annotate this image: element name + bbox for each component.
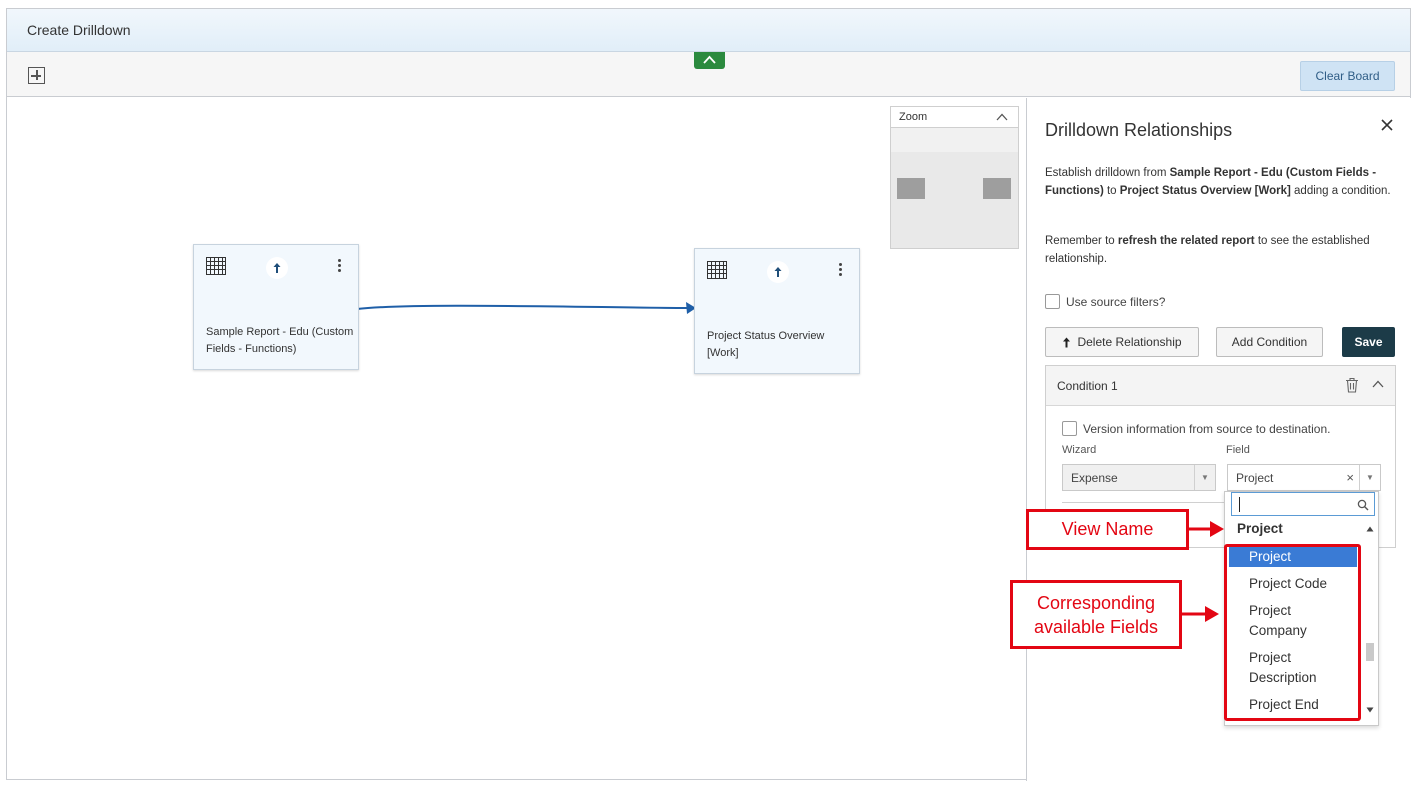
field-label: Field [1226, 444, 1250, 456]
report-node-source[interactable]: Sample Report - Edu (Custom Fields - Fun… [193, 244, 359, 370]
window-titlebar: Create Drilldown [7, 9, 1410, 52]
dropdown-arrow-icon[interactable]: ▼ [1359, 465, 1380, 490]
minimap-node [897, 178, 925, 199]
callout-available-fields: Corresponding available Fields [1010, 580, 1182, 649]
chevron-up-icon [703, 55, 716, 64]
more-options-icon[interactable] [338, 259, 342, 273]
close-icon[interactable] [1380, 118, 1394, 132]
delete-relationship-button[interactable]: Delete Relationship [1045, 327, 1199, 357]
fields-highlight-box [1224, 544, 1361, 721]
version-info-checkbox[interactable] [1062, 421, 1077, 436]
dropdown-group-header: Project [1237, 521, 1283, 536]
use-source-filters-row[interactable]: Use source filters? [1045, 294, 1165, 309]
field-select-value: Project [1236, 471, 1274, 485]
desc-prefix: Establish drilldown from [1045, 167, 1170, 179]
text-caret [1239, 497, 1240, 512]
condition-title: Condition 1 [1057, 379, 1118, 393]
field-select[interactable]: Project × ▼ [1227, 464, 1381, 491]
arrow-up-icon [1063, 337, 1071, 347]
minimap-viewport[interactable] [891, 128, 1018, 152]
relationship-connector[interactable] [7, 98, 1026, 781]
trash-icon[interactable] [1345, 377, 1359, 393]
desc-suffix: adding a condition. [1290, 184, 1391, 197]
drilldown-canvas[interactable]: Sample Report - Edu (Custom Fields - Fun… [7, 98, 1026, 781]
grid-report-icon [707, 261, 727, 279]
dropdown-scrollbar[interactable] [1366, 526, 1374, 713]
panel-title: Drilldown Relationships [1045, 120, 1233, 140]
panel-description: Establish drilldown from Sample Report -… [1045, 165, 1401, 200]
window-title: Create Drilldown [27, 22, 131, 38]
report-node-name: Sample Report - Edu (Custom Fields - Fun… [206, 326, 354, 355]
clear-icon[interactable]: × [1346, 470, 1354, 485]
add-report-icon[interactable] [28, 67, 45, 84]
more-options-icon[interactable] [839, 263, 843, 277]
report-node-name: Project Status Overview [Work] [707, 330, 825, 359]
arrow-up-icon[interactable] [767, 261, 789, 283]
chevron-up-icon[interactable] [1372, 380, 1384, 388]
field-search-input[interactable] [1231, 492, 1375, 516]
search-icon [1357, 499, 1369, 511]
report-node-target[interactable]: Project Status Overview [Work] [694, 248, 860, 374]
use-source-filters-checkbox[interactable] [1045, 294, 1060, 309]
grid-report-icon [206, 257, 226, 275]
panel-note: Remember to refresh the related report t… [1045, 233, 1401, 268]
board-toolbar: Clear Board [7, 52, 1410, 97]
save-button[interactable]: Save [1342, 327, 1395, 357]
zoom-label: Zoom [899, 111, 928, 123]
use-source-filters-label: Use source filters? [1066, 294, 1166, 309]
wizard-select[interactable]: Expense ▼ [1062, 464, 1216, 491]
desc-mid: to [1103, 184, 1120, 197]
version-info-label: Version information from source to desti… [1083, 421, 1331, 436]
zoom-header[interactable]: Zoom [891, 107, 1018, 128]
drilldown-window: Create Drilldown Clear Board Sample Repo… [6, 8, 1412, 781]
wizard-select-value: Expense [1071, 471, 1118, 485]
condition-header[interactable]: Condition 1 [1046, 366, 1395, 406]
scroll-up-icon[interactable] [1366, 526, 1374, 532]
minimap-node [983, 178, 1011, 199]
scrollbar-thumb[interactable] [1366, 643, 1374, 661]
arrow-up-icon[interactable] [266, 257, 288, 279]
zoom-minimap[interactable]: Zoom [890, 106, 1019, 249]
wizard-label: Wizard [1062, 444, 1097, 456]
add-condition-button[interactable]: Add Condition [1216, 327, 1323, 357]
version-info-row[interactable]: Version information from source to desti… [1062, 421, 1330, 436]
chevron-up-icon [996, 113, 1008, 121]
clear-board-button[interactable]: Clear Board [1300, 61, 1395, 91]
note-bold: refresh the related report [1117, 235, 1255, 247]
callout-view-name: View Name [1026, 509, 1189, 550]
note-prefix: Remember to [1045, 235, 1118, 247]
desc-target-report: Project Status Overview [Work] [1119, 184, 1291, 197]
delete-relationship-label: Delete Relationship [1077, 335, 1182, 349]
dropdown-arrow-icon[interactable]: ▼ [1194, 465, 1215, 490]
collapse-toolbar-button[interactable] [694, 52, 725, 69]
scroll-down-icon[interactable] [1366, 707, 1374, 713]
